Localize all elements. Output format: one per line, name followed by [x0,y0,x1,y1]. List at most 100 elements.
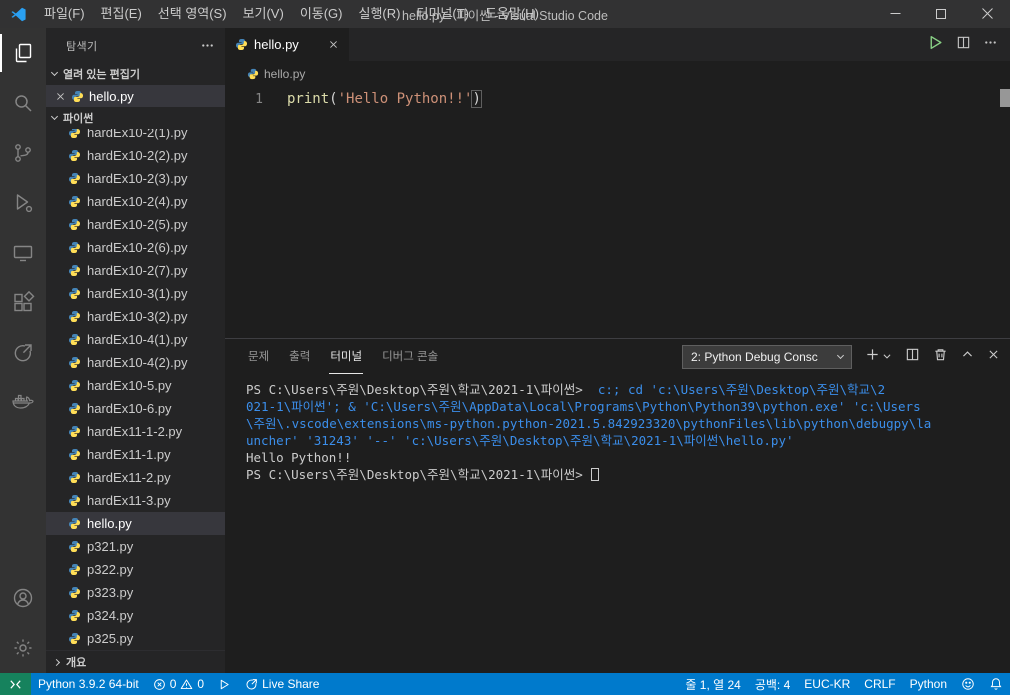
breadcrumb[interactable]: hello.py [225,61,1010,87]
live-share-icon [245,678,258,691]
file-item[interactable]: hardEx11-3.py [46,489,225,512]
file-item[interactable]: hardEx11-1.py [46,443,225,466]
menu-item[interactable]: 선택 영역(S) [150,0,235,28]
breadcrumb-item[interactable]: hello.py [264,67,305,81]
menu-item[interactable]: 실행(R) [351,0,409,28]
code-token: ) [471,90,482,108]
menu-item[interactable]: 파일(F) [36,0,93,28]
file-item[interactable]: hardEx10-4(2).py [46,351,225,374]
menu-item[interactable]: 편집(E) [93,0,150,28]
panel-tab[interactable]: 터미널 [329,339,364,374]
run-status-button[interactable] [211,673,238,695]
indentation-status[interactable]: 공백: 4 [748,673,797,695]
split-terminal-icon[interactable] [905,347,920,367]
python-file-icon [68,632,81,645]
language-mode-status[interactable]: Python [903,673,954,695]
file-item[interactable]: hardEx10-2(6).py [46,236,225,259]
close-tab-icon[interactable] [328,39,339,50]
file-item[interactable]: p323.py [46,581,225,604]
remote-explorer-button[interactable] [0,228,46,278]
extensions-button[interactable] [0,278,46,328]
minimize-button[interactable] [872,0,918,28]
run-and-debug-icon [11,191,35,215]
file-item[interactable]: p322.py [46,558,225,581]
file-item[interactable]: hardEx11-2.py [46,466,225,489]
file-item[interactable]: hardEx10-2(2).py [46,144,225,167]
kill-terminal-trash-icon[interactable] [933,347,948,367]
file-item[interactable]: hello.py [46,512,225,535]
chevron-right-icon [52,658,61,666]
code-editor[interactable]: 1 print('Hello Python!!') [225,87,1010,338]
panel-tab[interactable]: 디버그 콘솔 [381,339,439,374]
open-editors-section[interactable]: 열려 있는 편집기 [46,63,225,85]
python-interpreter-status[interactable]: Python 3.9.2 64-bit [31,673,146,695]
eol-status[interactable]: CRLF [857,673,902,695]
file-item[interactable]: p324.py [46,604,225,627]
menu-item[interactable]: 이동(G) [292,0,351,28]
run-python-file-icon[interactable] [927,34,944,56]
panel-tabs: 문제 출력 터미널 디버그 콘솔 [247,339,439,374]
tab-hello-py[interactable]: hello.py [225,28,349,61]
file-item[interactable]: hardEx10-2(5).py [46,213,225,236]
close-button[interactable] [964,0,1010,28]
python-file-icon [68,241,81,254]
file-item[interactable]: hardEx10-4(1).py [46,328,225,351]
feedback-smiley-icon[interactable] [954,673,982,695]
file-item[interactable]: hardEx11-1-2.py [46,420,225,443]
error-icon [153,678,166,691]
python-file-icon [68,218,81,231]
menu-bar: 파일(F) 편집(E) 선택 영역(S) 보기(V) 이동(G) 실행(R) 터미널(T) 도… [36,0,547,28]
file-item[interactable]: hardEx10-2(4).py [46,190,225,213]
terminal-output[interactable]: PS C:\Users\주원\Desktop\주원\학교\2021-1\파이썬>… [225,374,1010,673]
docker-button[interactable] [0,378,46,428]
code-line-tokens: print('Hello Python!!') [287,90,482,108]
more-actions-icon[interactable] [983,35,998,55]
title-bar: 파일(F) 편집(E) 선택 영역(S) 보기(V) 이동(G) 실행(R) 터미널(T) 도… [0,0,1010,28]
file-item[interactable]: p325.py [46,627,225,650]
file-item[interactable]: hardEx10-3(1).py [46,282,225,305]
file-name: hardEx10-2(7).py [87,263,188,278]
menu-item[interactable]: 도움말(H) [477,0,547,28]
account-button[interactable] [0,573,46,623]
panel-tab[interactable]: 출력 [288,339,311,374]
live-share-status[interactable]: Live Share [238,673,326,695]
file-item[interactable]: p321.py [46,535,225,558]
menu-item[interactable]: 보기(V) [235,0,292,28]
explorer-button[interactable] [0,28,46,78]
file-item[interactable]: hardEx10-2(1).py [46,129,225,144]
maximize-panel-icon[interactable] [961,348,974,366]
open-editor-label: hello.py [89,88,134,104]
open-editor-item[interactable]: hello.py [46,85,225,107]
live-share-button[interactable] [0,328,46,378]
close-panel-icon[interactable] [987,348,1000,366]
split-editor-icon[interactable] [956,35,971,55]
menu-item[interactable]: 터미널(T) [408,0,476,28]
search-button[interactable] [0,78,46,128]
problems-status[interactable]: 0 0 [146,673,211,695]
run-and-debug-button[interactable] [0,178,46,228]
close-editor-icon[interactable] [55,91,66,102]
file-item[interactable]: hardEx10-2(7).py [46,259,225,282]
file-item[interactable]: hardEx10-5.py [46,374,225,397]
source-control-icon [11,141,35,165]
editor-scrollbar[interactable] [1000,89,1010,107]
python-file-icon [235,38,248,51]
error-count: 0 [169,677,177,691]
outline-section[interactable]: 개요 [46,650,225,673]
source-control-button[interactable] [0,128,46,178]
file-item[interactable]: hardEx10-2(3).py [46,167,225,190]
panel-tab[interactable]: 문제 [247,339,270,374]
editor-actions [927,28,1010,61]
file-item[interactable]: hardEx10-6.py [46,397,225,420]
terminal-instance-select[interactable]: 2: Python Debug Consc [682,344,852,369]
cursor-position-status[interactable]: 줄 1, 열 24 [678,673,747,695]
maximize-button[interactable] [918,0,964,28]
new-terminal-button[interactable] [865,347,892,367]
folder-section-header[interactable]: 파이썬 [46,107,225,129]
more-actions-icon[interactable] [200,38,215,53]
notifications-bell-icon[interactable] [982,673,1010,695]
file-item[interactable]: hardEx10-3(2).py [46,305,225,328]
encoding-status[interactable]: EUC-KR [797,673,857,695]
settings-gear-button[interactable] [0,623,46,673]
remote-indicator[interactable] [0,673,31,695]
